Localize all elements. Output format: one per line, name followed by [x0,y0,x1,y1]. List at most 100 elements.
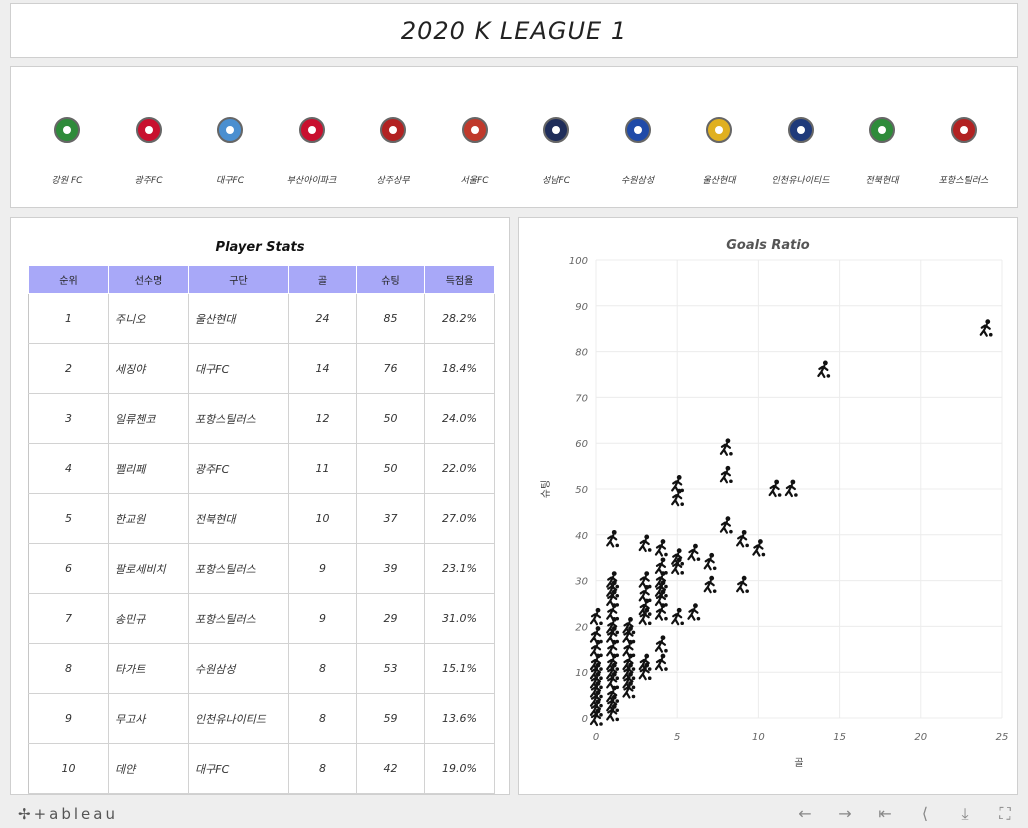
team-name: 대구FC [215,176,245,186]
team-badge-icon [54,117,80,143]
team-item[interactable]: 수원삼성 [596,117,680,186]
cell-rank: 2 [28,343,109,394]
table-row[interactable]: 6 팔로세비치 포항스틸러스 9 39 23.1% [28,543,495,594]
team-name: 성남FC [541,176,571,186]
player-icon[interactable] [638,534,652,553]
cell-club: 포항스틸러스 [188,543,289,594]
tableau-wordmark: +ableau [33,805,118,823]
team-item[interactable]: 상주상무 [351,117,435,186]
team-item[interactable]: 인천유나이티드 [759,117,843,186]
table-row[interactable]: 3 일류첸코 포항스틸러스 12 50 24.0% [28,393,495,444]
player-icon[interactable] [817,360,831,379]
team-name: 수원삼성 [620,176,655,186]
cell-goals: 10 [288,493,357,544]
player-icon[interactable] [784,479,798,498]
share-icon[interactable]: ⟨ [915,804,935,823]
tableau-cross-icon: ✢ [18,805,34,823]
goals-ratio-scatter-chart[interactable]: 0 10 20 30 40 50 60 70 80 90 100 0 5 10 15 20 25 골 슈팅 [519,218,1017,794]
cell-shots: 59 [356,693,425,744]
table-row[interactable]: 2 세징야 대구FC 14 76 18.4% [28,343,495,394]
player-icon[interactable] [589,607,603,626]
player-icon[interactable] [736,529,749,548]
column-header-rank[interactable]: 순위 [28,265,109,294]
player-stats-table: 순위 선수명 구단 골 슈팅 득점율 1 주니오 울산현대 24 85 28.2% 2 세징야… [28,265,495,794]
team-logos-panel: 강원 FC 광주FC 대구FC 부산아이파크 상주상무 서울FC 성남FC 수원삼성 울산현대 인… [10,66,1018,208]
x-tick-label: 15 [833,732,846,743]
column-header-goals[interactable]: 골 [288,265,357,294]
player-icon[interactable] [687,603,701,621]
team-item[interactable]: 서울FC [433,117,517,186]
cell-ratio: 18.4% [424,343,495,394]
table-row[interactable]: 1 주니오 울산현대 24 85 28.2% [28,293,495,344]
cell-shots: 76 [356,343,425,394]
column-header-player[interactable]: 선수명 [108,265,189,294]
title-panel: 2020 K LEAGUE 1 [10,3,1018,58]
team-badge-icon [298,117,325,143]
team-item[interactable]: 전북현대 [840,117,924,186]
table-row[interactable]: 5 한교원 전북현대 10 37 27.0% [28,493,495,544]
cell-rank: 7 [28,593,109,644]
cell-rank: 5 [28,493,109,544]
team-item[interactable]: 부산아이파크 [270,117,354,186]
column-header-ratio[interactable]: 득점율 [424,265,495,294]
cell-player: 세징야 [108,343,189,394]
revert-icon[interactable]: ⇤ [875,804,895,823]
team-item[interactable]: 대구FC [188,117,272,186]
cell-club: 대구FC [188,743,289,794]
player-stats-title: Player Stats [215,240,305,255]
player-icon[interactable] [671,607,684,626]
column-header-shots[interactable]: 슈팅 [356,265,425,294]
player-icon[interactable] [736,575,749,594]
player-icon[interactable] [768,479,782,498]
table-row[interactable]: 9 무고사 인천유나이티드 8 59 13.6% [28,693,495,744]
cell-club: 포항스틸러스 [188,393,289,444]
forward-arrow-icon[interactable]: → [835,804,855,823]
cell-player: 무고사 [108,693,189,744]
player-icon[interactable] [687,543,701,562]
tableau-logo[interactable]: ✢+ableau [18,805,118,823]
team-item[interactable]: 강원 FC [25,117,109,186]
cell-shots: 29 [356,593,425,644]
table-row[interactable]: 10 데얀 대구FC 8 42 19.0% [28,743,495,794]
team-name: 광주FC [134,176,163,186]
player-stats-panel: Player Stats 순위 선수명 구단 골 슈팅 득점율 1 주니오 울산현대… [10,217,510,795]
player-icon[interactable] [752,539,766,557]
table-header-row: 순위 선수명 구단 골 슈팅 득점율 [28,265,495,294]
x-axis-label: 골 [794,757,803,769]
team-badge-icon [950,117,977,143]
player-icon[interactable] [719,465,733,484]
table-row[interactable]: 8 타가트 수원삼성 8 53 15.1% [28,643,495,694]
team-item[interactable]: 울산현대 [677,117,761,186]
player-icon[interactable] [719,516,733,534]
table-row[interactable]: 7 송민규 포항스틸러스 9 29 31.0% [28,593,495,644]
team-item[interactable]: 포항스틸러스 [922,117,1006,186]
cell-rank: 3 [28,393,109,444]
team-name: 포항스틸러스 [938,176,989,186]
player-icon[interactable] [654,539,668,557]
team-badge-icon [135,117,162,143]
player-icon[interactable] [606,529,620,548]
team-item[interactable]: 성남FC [514,117,598,186]
column-header-club[interactable]: 구단 [188,265,289,294]
table-row[interactable]: 4 펠리페 광주FC 11 50 22.0% [28,443,495,494]
x-tick-label: 5 [674,732,680,743]
back-arrow-icon[interactable]: ← [795,804,815,823]
player-icon[interactable] [703,575,717,594]
y-tick-label: 80 [575,348,588,359]
player-icon[interactable] [654,653,668,672]
cell-rank: 10 [28,743,109,794]
team-badge-icon [461,117,488,143]
cell-goals: 24 [288,293,357,344]
x-tick-label: 0 [593,732,599,743]
download-icon[interactable]: ⤓ [955,804,975,824]
cell-ratio: 31.0% [424,593,495,644]
fullscreen-icon[interactable]: ⛶ [995,804,1015,824]
player-icon[interactable] [719,438,733,456]
team-badge-icon [869,117,895,143]
cell-shots: 50 [356,443,425,494]
cell-shots: 50 [356,393,425,444]
team-item[interactable]: 광주FC [107,117,191,186]
player-icon[interactable] [979,319,993,337]
player-icon[interactable] [654,635,668,653]
player-icon[interactable] [703,552,717,571]
